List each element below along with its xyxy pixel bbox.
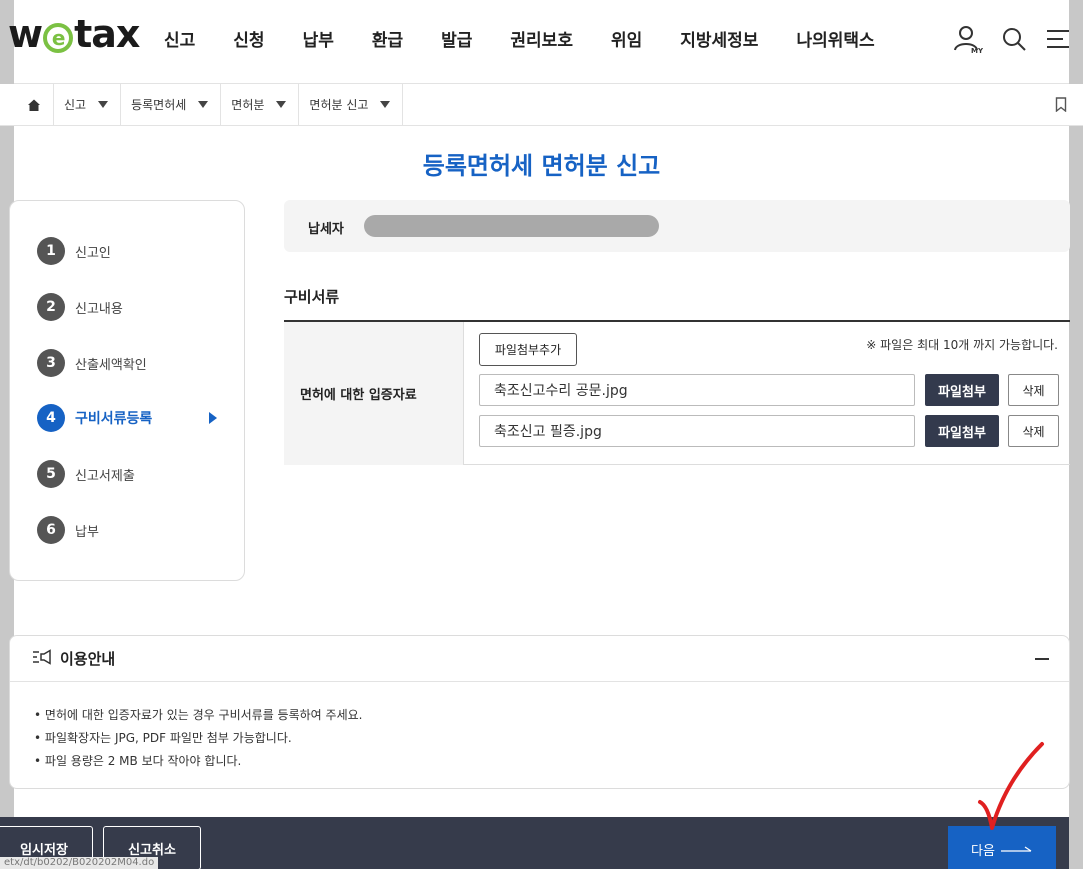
logo-e-mark: e (43, 23, 74, 53)
breadcrumb-item-license[interactable]: 면허분 (221, 83, 300, 126)
delete-file-button[interactable]: 삭제 (1008, 415, 1059, 447)
taxpayer-name-redacted (364, 215, 659, 237)
step-1: 1 신고인 (37, 236, 111, 266)
nav-item-refund[interactable]: 환급 (372, 26, 403, 51)
next-button[interactable]: 다음 (948, 826, 1056, 869)
step-label: 신고내용 (75, 301, 123, 317)
step-number: 6 (37, 516, 65, 544)
logo-text-w: w (8, 12, 43, 56)
nav-item-report[interactable]: 신고 (164, 26, 195, 51)
file-name-field[interactable]: 축조신고수리 공문.jpg (479, 374, 915, 406)
taxpayer-box: 납세자 (284, 200, 1070, 252)
step-label: 납부 (75, 524, 99, 540)
step-number: 1 (37, 237, 65, 265)
usage-guide-header[interactable]: 이용안내 (10, 636, 1069, 682)
page-title: 등록면허세 면허분 신고 (422, 152, 661, 180)
step-6: 6 납부 (37, 515, 99, 545)
section-title-documents: 구비서류 (284, 288, 340, 306)
nav-item-local-tax-info[interactable]: 지방세정보 (680, 26, 758, 51)
file-limit-notice: ※ 파일은 최대 10개 까지 가능합니다. (866, 338, 1058, 352)
step-label: 신고인 (75, 245, 111, 261)
attach-file-button[interactable]: 파일첨부 (925, 374, 999, 406)
step-number: 4 (37, 404, 65, 432)
file-name-field[interactable]: 축조신고 필증.jpg (479, 415, 915, 447)
nav-item-delegation[interactable]: 위임 (611, 26, 642, 51)
usage-guide-list: 면허에 대한 입증자료가 있는 경우 구비서류를 등록하여 주세요. 파일확장자… (10, 682, 1069, 773)
logo-text-tax: tax (74, 12, 140, 56)
breadcrumb: 신고 등록면허세 면허분 면허분 신고 (0, 83, 1083, 126)
dropdown-arrow-icon (276, 101, 287, 108)
nav-item-apply[interactable]: 신청 (233, 26, 264, 51)
delete-file-button[interactable]: 삭제 (1008, 374, 1059, 406)
row-header-license-proof: 면허에 대한 입증자료 (284, 322, 464, 465)
usage-guide-title: 이용안내 (60, 650, 116, 668)
header-icons: MY (953, 24, 1071, 54)
megaphone-icon (32, 648, 52, 669)
bottom-action-bar: 임시저장 신고취소 다음 (0, 817, 1069, 869)
dropdown-arrow-icon (198, 101, 209, 108)
step-number: 5 (37, 460, 65, 488)
file-row: 축조신고수리 공문.jpg 파일첨부 삭제 (479, 374, 1059, 406)
step-number: 3 (37, 349, 65, 377)
step-navigation: 1 신고인 2 신고내용 3 산출세액확인 4 구비서류등록 5 신고서제출 6 납부 (9, 200, 245, 581)
add-file-attachment-button[interactable]: 파일첨부추가 (479, 333, 577, 366)
list-item: 파일확장자는 JPG, PDF 파일만 첨부 가능합니다. (34, 727, 1069, 750)
site-header: w e tax 신고 신청 납부 환급 발급 권리보호 위임 지방세정보 나의위택스… (8, 0, 1071, 84)
main-nav: 신고 신청 납부 환급 발급 권리보호 위임 지방세정보 나의위택스 (164, 26, 913, 51)
breadcrumb-item-report[interactable]: 신고 (54, 83, 122, 126)
svg-text:MY: MY (971, 47, 983, 54)
arrow-right-icon (1000, 846, 1032, 852)
wetax-logo[interactable]: w e tax (8, 12, 140, 56)
list-item: 면허에 대한 입증자료가 있는 경우 구비서류를 등록하여 주세요. (34, 704, 1069, 727)
attach-file-button[interactable]: 파일첨부 (925, 415, 999, 447)
step-4-current: 4 구비서류등록 (37, 403, 217, 433)
browser-status-url: etx/dt/b0202/B020202M04.do (0, 857, 159, 869)
breadcrumb-label: 신고 (64, 98, 87, 112)
menu-hamburger-icon[interactable] (1045, 27, 1071, 51)
nav-item-my-wetax[interactable]: 나의위택스 (796, 26, 874, 51)
list-item: 파일 용량은 2 MB 보다 작아야 합니다. (34, 750, 1069, 773)
nav-item-issue[interactable]: 발급 (441, 26, 472, 51)
bookmark-icon[interactable] (1055, 97, 1067, 116)
step-label: 구비서류등록 (75, 411, 153, 427)
next-label: 다음 (971, 843, 995, 859)
collapse-minus-icon[interactable] (1035, 658, 1049, 660)
breadcrumb-item-registration-tax[interactable]: 등록면허세 (121, 83, 222, 126)
documents-table: 면허에 대한 입증자료 파일첨부추가 ※ 파일은 최대 10개 까지 가능합니다… (284, 320, 1070, 465)
dropdown-arrow-icon (98, 101, 109, 108)
breadcrumb-label: 면허분 (231, 98, 265, 112)
page: w e tax 신고 신청 납부 환급 발급 권리보호 위임 지방세정보 나의위택스… (0, 0, 1083, 869)
breadcrumb-label: 면허분 신고 (309, 98, 369, 112)
breadcrumb-label: 등록면허세 (131, 98, 187, 112)
step-5: 5 신고서제출 (37, 459, 135, 489)
step-number: 2 (37, 293, 65, 321)
my-user-icon[interactable]: MY (953, 24, 983, 54)
nav-item-pay[interactable]: 납부 (303, 26, 334, 51)
step-label: 산출세액확인 (75, 357, 147, 373)
home-icon[interactable] (14, 83, 54, 126)
step-2: 2 신고내용 (37, 292, 123, 322)
search-icon[interactable] (1001, 26, 1027, 52)
taxpayer-label: 납세자 (308, 222, 344, 237)
nav-item-rights[interactable]: 권리보호 (510, 26, 573, 51)
usage-guide-panel: 이용안내 면허에 대한 입증자료가 있는 경우 구비서류를 등록하여 주세요. … (9, 635, 1070, 789)
dropdown-arrow-icon (380, 101, 391, 108)
step-3: 3 산출세액확인 (37, 348, 147, 378)
breadcrumb-item-license-report[interactable]: 면허분 신고 (299, 83, 404, 126)
file-row: 축조신고 필증.jpg 파일첨부 삭제 (479, 415, 1059, 447)
step-label: 신고서제출 (75, 468, 135, 484)
red-checkmark-annotation-icon (978, 742, 1044, 830)
current-step-arrow-icon (209, 412, 217, 424)
